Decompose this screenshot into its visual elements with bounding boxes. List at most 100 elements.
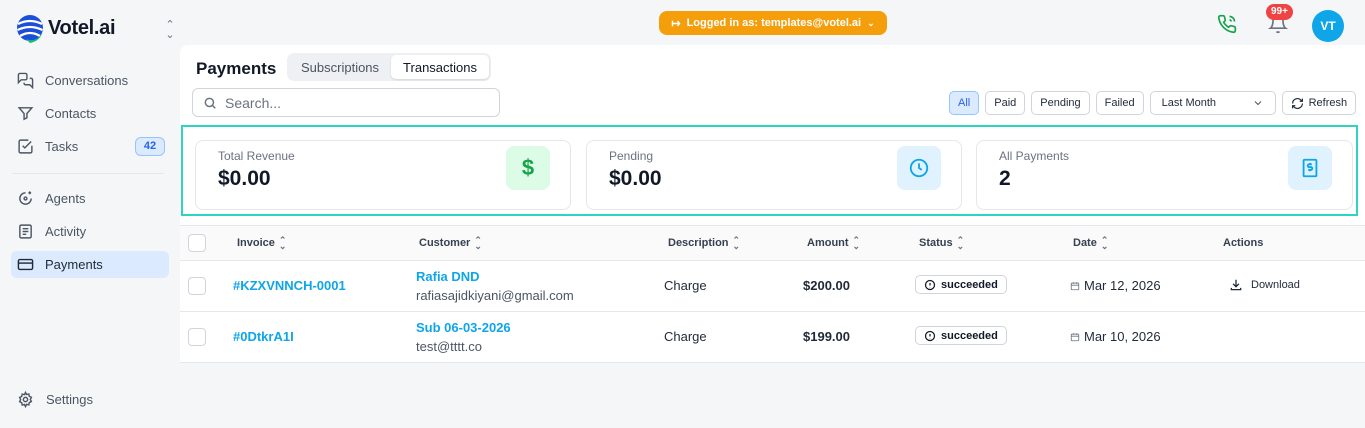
stat-value: $0.00 bbox=[609, 167, 662, 190]
invoice-link[interactable]: #0DtkrA1I bbox=[233, 329, 294, 344]
col-label: Actions bbox=[1223, 237, 1264, 249]
logged-in-text: Logged in as: templates@votel.ai bbox=[686, 17, 862, 29]
stat-label: Total Revenue bbox=[218, 149, 295, 163]
filter-pending-button[interactable]: Pending bbox=[1031, 91, 1090, 115]
dollar-icon: $ bbox=[506, 146, 550, 190]
select-all-checkbox[interactable] bbox=[188, 234, 206, 252]
logout-arrow-icon: ↦ bbox=[671, 17, 681, 30]
tabs: Subscriptions Transactions bbox=[287, 53, 491, 81]
search-input[interactable] bbox=[225, 94, 475, 111]
date: Mar 12, 2026 bbox=[1070, 278, 1161, 293]
filter-all-button[interactable]: All bbox=[949, 91, 980, 115]
col-label: Invoice bbox=[237, 237, 275, 249]
logged-in-banner[interactable]: ↦ Logged in as: templates@votel.ai ⌄ bbox=[659, 11, 887, 35]
tab-subscriptions[interactable]: Subscriptions bbox=[289, 55, 391, 79]
activity-list-icon bbox=[17, 223, 34, 240]
download-label: Download bbox=[1251, 279, 1300, 291]
col-status[interactable]: Status ⌃ ⌄ bbox=[919, 235, 965, 251]
refresh-button[interactable]: Refresh bbox=[1281, 91, 1357, 115]
tab-transactions[interactable]: Transactions bbox=[391, 55, 489, 79]
sidebar-item-label: Activity bbox=[45, 224, 87, 239]
col-date[interactable]: Date ⌃ ⌄ bbox=[1073, 236, 1108, 251]
customer-email: rafiasajidkiyani@gmail.com bbox=[416, 288, 574, 303]
table-row: #0DtkrA1I Sub 06-03-2026 test@tttt.co Ch… bbox=[180, 312, 1365, 363]
status-text: succeeded bbox=[941, 329, 998, 342]
stats-highlight: Total Revenue $0.00 $ Pending $0.00 All … bbox=[181, 125, 1358, 216]
description: Charge bbox=[664, 329, 707, 344]
sidebar-divider bbox=[12, 173, 164, 174]
sidebar-item-contacts[interactable]: Contacts bbox=[11, 100, 169, 127]
sidebar-item-label: Contacts bbox=[45, 106, 97, 121]
sidebar-item-label: Tasks bbox=[45, 139, 79, 154]
table-row: #KZXVNNCH-0001 Rafia DND rafiasajidkiyan… bbox=[180, 261, 1365, 312]
stat-label: Pending bbox=[609, 149, 654, 163]
status-badge: succeeded bbox=[915, 275, 1007, 294]
filter-bar: All Paid Pending Failed Last Month Refre… bbox=[949, 91, 1357, 115]
chat-icon bbox=[17, 72, 34, 89]
row-checkbox[interactable] bbox=[188, 328, 206, 346]
col-label: Description bbox=[668, 237, 729, 249]
brand[interactable]: Votel.ai bbox=[16, 9, 116, 47]
phone-icon[interactable] bbox=[1217, 14, 1237, 34]
invoice-link[interactable]: #KZXVNNCH-0001 bbox=[233, 278, 346, 293]
amount: $200.00 bbox=[803, 278, 850, 293]
period-select[interactable]: Last Month bbox=[1149, 91, 1276, 115]
description: Charge bbox=[664, 278, 707, 293]
date-text: Mar 12, 2026 bbox=[1084, 278, 1161, 293]
alert-circle-icon bbox=[924, 279, 936, 290]
filter-failed-button[interactable]: Failed bbox=[1095, 91, 1144, 115]
sidebar-item-activity[interactable]: Activity bbox=[11, 218, 169, 245]
col-label: Customer bbox=[419, 237, 471, 249]
col-actions: Actions bbox=[1223, 237, 1263, 249]
settings-label: Settings bbox=[46, 392, 93, 407]
nav-primary: Conversations Contacts Tasks 42 bbox=[11, 67, 169, 166]
agent-sparkle-icon bbox=[17, 190, 34, 207]
download-icon bbox=[1230, 279, 1242, 291]
sidebar: Votel.ai ⌃ ⌄ Conversations Contacts Tasks… bbox=[0, 0, 180, 428]
gear-icon bbox=[18, 391, 33, 408]
customer-name-link[interactable]: Rafia DND bbox=[416, 269, 480, 284]
calendar-icon bbox=[1070, 281, 1080, 290]
col-customer[interactable]: Customer ⌃ ⌄ bbox=[419, 236, 482, 251]
date: Mar 10, 2026 bbox=[1070, 329, 1161, 344]
customer-name-link[interactable]: Sub 06-03-2026 bbox=[416, 320, 511, 335]
sidebar-item-label: Conversations bbox=[45, 73, 129, 88]
workspace-switch-icon[interactable]: ⌃ ⌄ bbox=[160, 20, 180, 41]
status-text: succeeded bbox=[941, 278, 998, 291]
page-title: Payments bbox=[196, 59, 277, 78]
sidebar-item-payments[interactable]: Payments bbox=[11, 251, 169, 278]
sidebar-item-tasks[interactable]: Tasks 42 bbox=[11, 133, 169, 160]
sidebar-item-settings[interactable]: Settings bbox=[17, 391, 93, 408]
customer-email: test@tttt.co bbox=[416, 339, 482, 354]
clock-icon bbox=[897, 146, 941, 190]
sort-icon: ⌃ ⌄ bbox=[732, 235, 741, 251]
checkbox-icon bbox=[17, 138, 34, 155]
avatar[interactable]: VT bbox=[1312, 10, 1344, 42]
sort-icon: ⌃ ⌄ bbox=[956, 235, 965, 251]
stat-card-total-revenue: Total Revenue $0.00 $ bbox=[195, 140, 571, 210]
nav-secondary: Agents Activity Payments bbox=[11, 185, 169, 284]
receipt-icon bbox=[1288, 146, 1332, 190]
refresh-label: Refresh bbox=[1308, 97, 1348, 109]
search-box bbox=[192, 88, 500, 117]
stat-card-all-payments: All Payments 2 bbox=[976, 140, 1353, 210]
sidebar-item-conversations[interactable]: Conversations bbox=[11, 67, 169, 94]
col-label: Date bbox=[1073, 237, 1097, 249]
period-select-value: Last Month bbox=[1161, 97, 1217, 109]
main-panel: Payments Subscriptions Transactions All … bbox=[180, 45, 1365, 363]
filter-paid-button[interactable]: Paid bbox=[985, 91, 1026, 115]
col-invoice[interactable]: Invoice ⌃ ⌄ bbox=[237, 236, 286, 251]
stat-card-pending: Pending $0.00 bbox=[586, 140, 962, 210]
chevron-down-icon: ⌄ bbox=[867, 17, 875, 28]
sidebar-item-label: Payments bbox=[45, 257, 103, 272]
col-label: Status bbox=[919, 237, 953, 249]
stat-value: $0.00 bbox=[218, 167, 271, 190]
status-badge: succeeded bbox=[915, 326, 1007, 345]
col-amount[interactable]: Amount ⌃ ⌄ bbox=[807, 236, 860, 251]
date-text: Mar 10, 2026 bbox=[1084, 329, 1161, 344]
sidebar-item-agents[interactable]: Agents bbox=[11, 185, 169, 212]
col-description[interactable]: Description ⌃ ⌄ bbox=[668, 235, 741, 251]
row-checkbox[interactable] bbox=[188, 277, 206, 295]
credit-card-icon bbox=[17, 256, 34, 273]
download-button[interactable]: Download bbox=[1229, 278, 1300, 292]
